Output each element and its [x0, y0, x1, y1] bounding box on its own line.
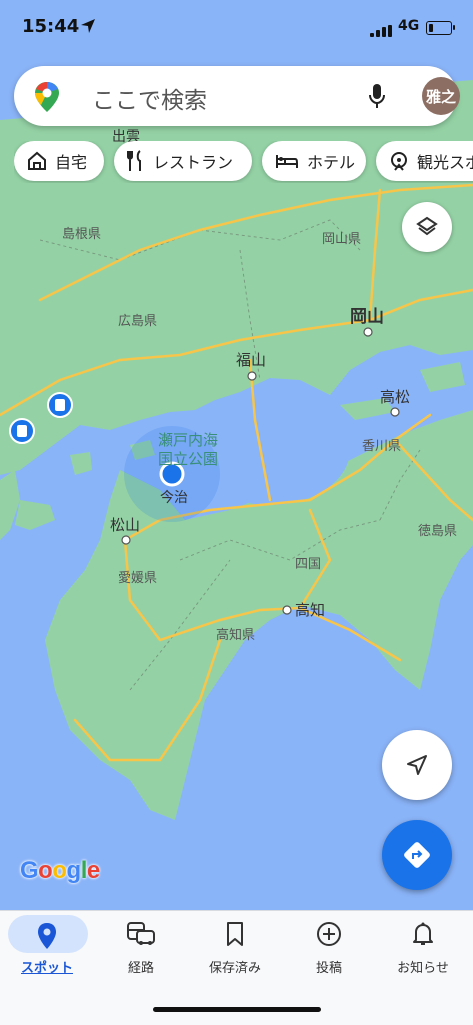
status-bar: 15:44 4G: [0, 0, 473, 56]
layers-icon: [416, 216, 438, 236]
city-dot-okayama: [363, 327, 373, 337]
map-label-fukuyama: 福山: [236, 351, 266, 369]
chip-restaurant[interactable]: レストラン: [114, 141, 252, 181]
hotel-icon: [276, 155, 298, 168]
luggage-marker[interactable]: [47, 392, 73, 418]
location-pin-icon: [0, 921, 94, 951]
bell-icon: [376, 921, 470, 951]
map-label-imabari: 今治: [160, 490, 188, 506]
battery-icon: [426, 21, 455, 35]
bookmark-icon: [188, 921, 282, 951]
my-location-button[interactable]: [382, 730, 452, 800]
status-time: 15:44: [22, 16, 80, 37]
microphone-icon[interactable]: [368, 83, 386, 113]
chip-home[interactable]: 自宅: [14, 141, 104, 181]
map-label-matsuyama: 松山: [110, 516, 140, 534]
directions-button[interactable]: [382, 820, 452, 890]
tab-label: お知らせ: [397, 961, 449, 976]
chip-label: ホテル: [307, 153, 356, 172]
tab-label: 保存済み: [208, 961, 261, 976]
map-label-shimane: 島根県: [62, 227, 101, 242]
chip-attraction[interactable]: 観光スポ: [376, 141, 473, 181]
location-arrow-icon: [80, 18, 96, 38]
map-label-kagawa: 香川県: [362, 439, 401, 454]
map-label-setonaikai: 瀬戸内海: [158, 431, 218, 449]
google-maps-logo-icon: [34, 81, 60, 117]
search-bar[interactable]: ここで検索 雅之: [14, 66, 460, 126]
cellular-signal-icon: [370, 22, 392, 41]
search-input[interactable]: ここで検索: [92, 81, 207, 115]
tab-label: スポット: [20, 961, 73, 976]
home-indicator[interactable]: [153, 1007, 321, 1012]
city-dot-takamatsu: [390, 407, 400, 417]
tab-updates[interactable]: お知らせ: [376, 911, 470, 981]
attraction-icon: [391, 152, 407, 171]
tab-commute[interactable]: 経路: [94, 911, 188, 981]
map-label-kochi-pref: 高知県: [216, 627, 255, 643]
map-label-hiroshima: 広島県: [118, 314, 157, 329]
chip-label: 自宅: [55, 153, 88, 172]
tab-label: 投稿: [315, 961, 342, 976]
map-label-tokushima: 徳島県: [418, 524, 457, 539]
avatar[interactable]: 雅之: [422, 77, 460, 115]
commute-icon: [94, 921, 188, 951]
tab-saved[interactable]: 保存済み: [188, 911, 282, 981]
city-dot-matsuyama: [121, 535, 131, 545]
google-logo: Google: [20, 857, 100, 884]
map-label-park: 国立公園: [158, 450, 218, 468]
city-dot-kochi: [282, 605, 292, 615]
battery-level: [429, 24, 433, 32]
tab-explore[interactable]: スポット: [0, 911, 94, 981]
tab-label: 経路: [127, 961, 154, 976]
tab-contribute[interactable]: 投稿: [282, 911, 376, 981]
navigation-arrow-icon: [407, 755, 427, 775]
map-label-kochi: 高知: [295, 601, 325, 619]
network-type: 4G: [398, 18, 420, 34]
category-chips: 自宅 レストラン ホテル 観光スポ: [14, 141, 473, 183]
luggage-marker[interactable]: [9, 418, 35, 444]
map-label-ehime: 愛媛県: [118, 571, 157, 586]
map-label-takamatsu: 高松: [380, 388, 410, 406]
chip-hotel[interactable]: ホテル: [262, 141, 366, 181]
add-circle-icon: [282, 921, 376, 951]
layers-button[interactable]: [402, 202, 452, 252]
map-label-okayama-pref: 岡山県: [322, 232, 361, 247]
chip-label: レストラン: [153, 153, 234, 172]
home-icon: [28, 151, 46, 170]
map-label-shikoku: 四国: [295, 557, 321, 572]
chip-label: 観光スポ: [417, 153, 473, 172]
city-dot-fukuyama: [247, 371, 257, 381]
map-label-okayama: 岡山: [350, 307, 384, 327]
directions-icon: [404, 842, 430, 868]
restaurant-icon: [127, 150, 141, 171]
